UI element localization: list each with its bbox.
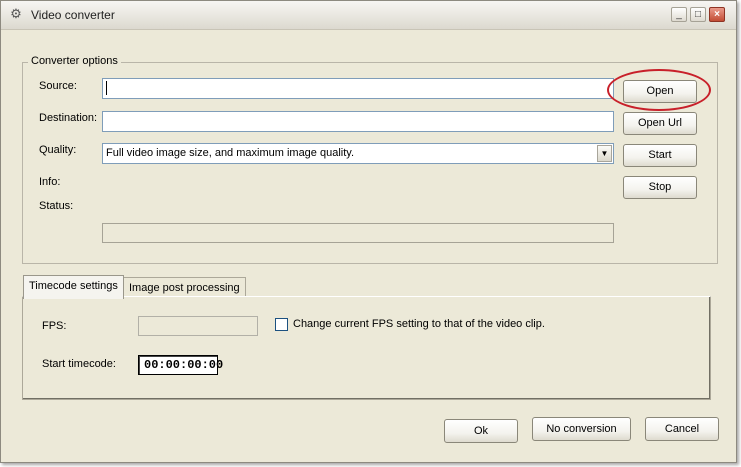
start-timecode-input[interactable]: 00:00:00:00: [138, 355, 223, 375]
fps-label: FPS:: [42, 320, 67, 332]
status-label: Status:: [39, 200, 74, 212]
cancel-button[interactable]: Cancel: [645, 417, 719, 441]
ok-button[interactable]: Ok: [444, 419, 518, 443]
chevron-down-icon[interactable]: ▼: [597, 145, 612, 162]
source-label: Source:: [39, 80, 77, 92]
open-url-button[interactable]: Open Url: [623, 112, 697, 135]
minimize-button[interactable]: _: [671, 7, 687, 22]
window-title: Video converter: [31, 8, 115, 22]
timecode-settings-panel: [22, 296, 711, 400]
quality-label: Quality:: [39, 144, 77, 156]
destination-input[interactable]: [102, 111, 614, 132]
destination-label: Destination:: [39, 112, 98, 124]
gear-icon: ⚙: [10, 6, 22, 21]
source-input[interactable]: [102, 78, 614, 99]
maximize-button[interactable]: □: [690, 7, 706, 22]
quality-selected-value: Full video image size, and maximum image…: [106, 147, 355, 159]
change-fps-checkbox-label[interactable]: Change current FPS setting to that of th…: [293, 318, 545, 330]
start-button[interactable]: Start: [623, 144, 697, 167]
fps-input[interactable]: [138, 316, 258, 336]
video-converter-window: ⚙ Video converter _ □ × Converter option…: [0, 0, 737, 463]
change-fps-checkbox[interactable]: [275, 318, 288, 331]
text-caret: [106, 81, 107, 96]
highlight-annotation-ring: [607, 69, 711, 111]
tab-timecode-settings[interactable]: Timecode settings: [23, 275, 124, 299]
info-label: Info:: [39, 176, 61, 188]
conversion-progress-bar: [102, 223, 614, 243]
no-conversion-button[interactable]: No conversion: [532, 417, 631, 441]
close-button[interactable]: ×: [709, 7, 725, 22]
converter-options-legend: Converter options: [28, 55, 121, 67]
stop-button[interactable]: Stop: [623, 176, 697, 199]
title-bar[interactable]: ⚙ Video converter _ □ ×: [1, 1, 736, 30]
quality-select[interactable]: Full video image size, and maximum image…: [102, 143, 614, 164]
start-timecode-label: Start timecode:: [42, 358, 116, 370]
